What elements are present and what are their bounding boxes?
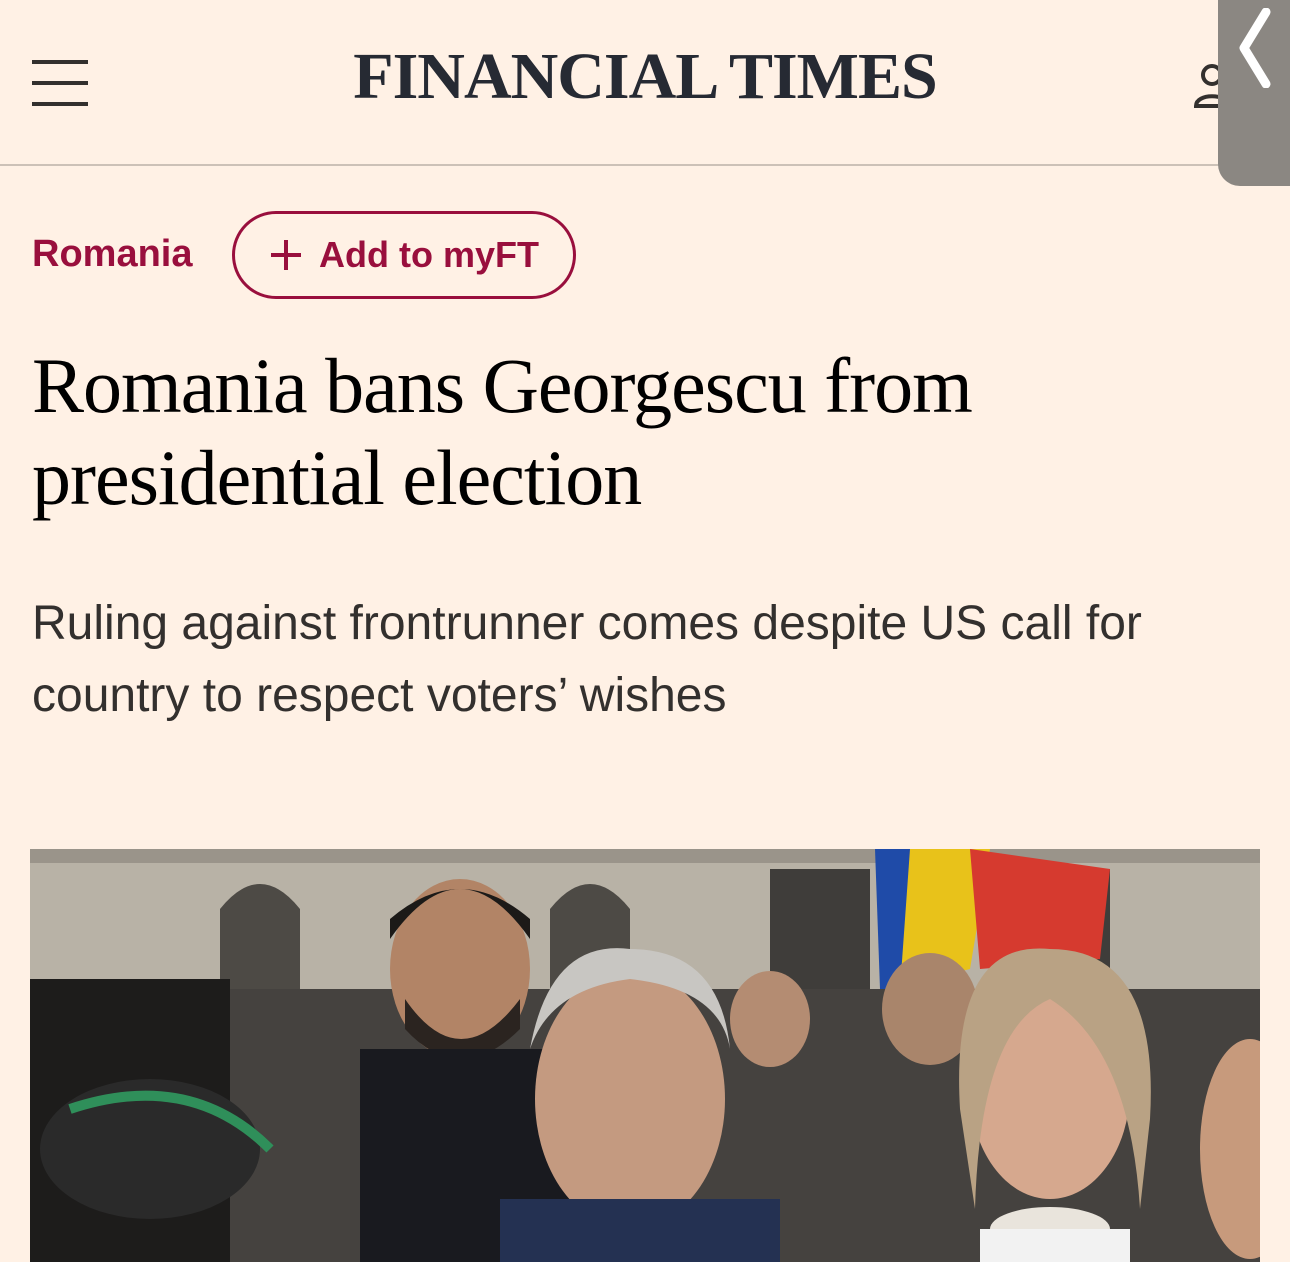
article-headline: Romania bans Georgescu from presidential… [32, 342, 973, 521]
article-main-image [30, 849, 1260, 1262]
add-to-myft-label: Add to myFT [319, 234, 539, 275]
masthead-logo[interactable]: FINANCIAL TIMES [0, 44, 1290, 110]
add-to-myft-button[interactable]: Add to myFT [232, 211, 576, 299]
site-header: FINANCIAL TIMES [0, 0, 1290, 166]
plus-icon [271, 240, 301, 270]
article-standfirst: Ruling against frontrunner comes despite… [32, 597, 1142, 722]
article-photo-illustration [30, 849, 1260, 1262]
chevron-left-icon [1239, 8, 1271, 88]
side-pull-tab[interactable] [1218, 0, 1290, 186]
topic-link-romania[interactable]: Romania [32, 232, 192, 276]
